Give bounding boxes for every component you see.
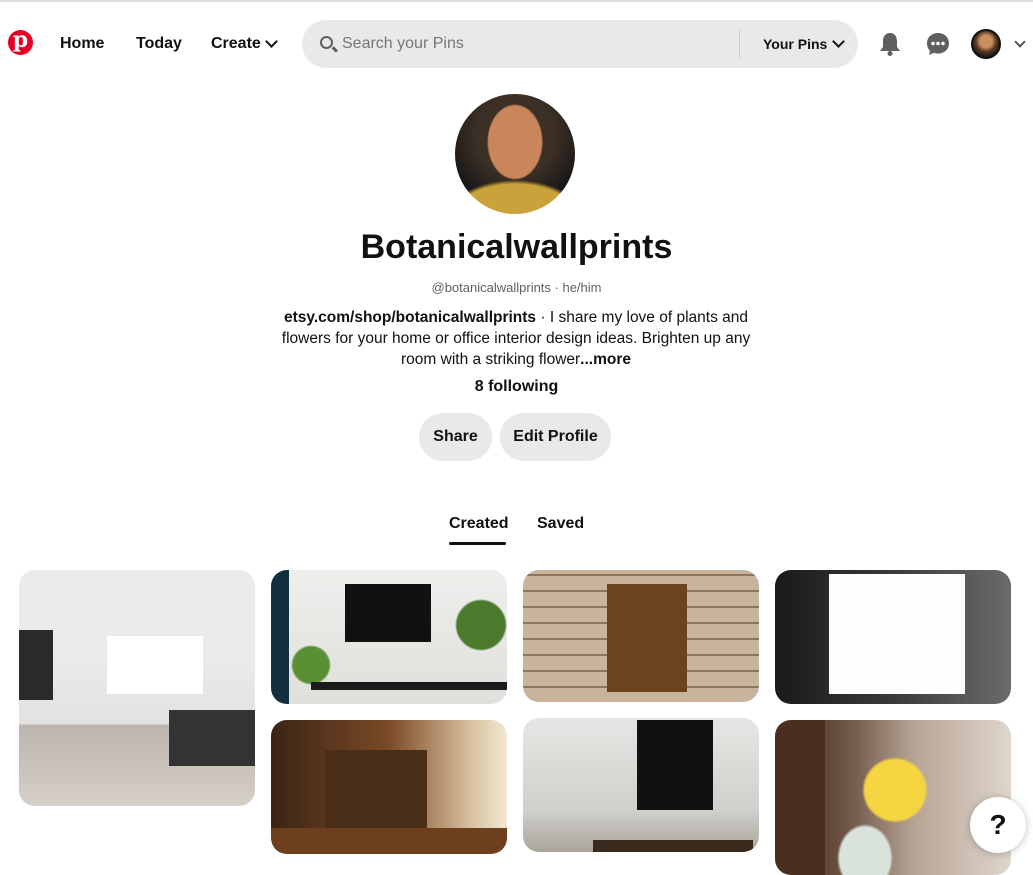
nav-today-link[interactable]: Today — [136, 35, 182, 53]
tab-saved[interactable]: Saved — [537, 515, 584, 533]
pin-card[interactable] — [271, 570, 507, 704]
search-icon — [320, 36, 333, 49]
edit-profile-button[interactable]: Edit Profile — [500, 413, 611, 461]
search-divider — [739, 29, 740, 59]
pin-card[interactable] — [523, 570, 759, 702]
following-count[interactable]: 8 following — [0, 378, 1033, 396]
bio-link[interactable]: etsy.com/shop/botanicalwallprints — [284, 309, 536, 326]
chevron-down-icon[interactable] — [1014, 36, 1026, 48]
chevron-down-icon — [264, 35, 278, 48]
search-bar: Your Pins — [302, 20, 858, 68]
profile-name: Botanicalwallprints — [360, 228, 673, 266]
active-tab-indicator — [449, 542, 506, 545]
your-pins-dropdown[interactable]: Your Pins — [763, 35, 846, 52]
nav-create-label: Create — [211, 35, 261, 52]
nav-home-link[interactable]: Home — [60, 35, 104, 53]
help-button[interactable]: ? — [970, 797, 1026, 853]
pin-card[interactable] — [19, 570, 255, 806]
profile-bio: etsy.com/shop/botanicalwallprints · I sh… — [266, 307, 766, 370]
pin-card[interactable] — [271, 720, 507, 854]
avatar[interactable] — [971, 29, 1001, 59]
pin-card[interactable] — [775, 570, 1011, 704]
profile-handle: @botanicalwallprints · he/him — [431, 280, 602, 295]
pin-card[interactable] — [775, 720, 1011, 875]
your-pins-label: Your Pins — [763, 36, 828, 52]
pinterest-logo-icon[interactable] — [8, 27, 33, 55]
chevron-down-icon — [832, 35, 846, 48]
bell-icon[interactable] — [879, 32, 901, 56]
share-button[interactable]: Share — [419, 413, 492, 461]
profile-avatar — [455, 94, 575, 214]
pin-card[interactable] — [523, 718, 759, 852]
nav-create-menu[interactable]: Create — [211, 35, 278, 53]
search-input[interactable] — [342, 20, 737, 68]
top-nav: Home Today Create Your Pins — [0, 0, 1033, 86]
tab-created[interactable]: Created — [449, 515, 509, 533]
bio-more-link[interactable]: ...more — [580, 351, 631, 368]
chat-icon[interactable] — [926, 32, 950, 56]
